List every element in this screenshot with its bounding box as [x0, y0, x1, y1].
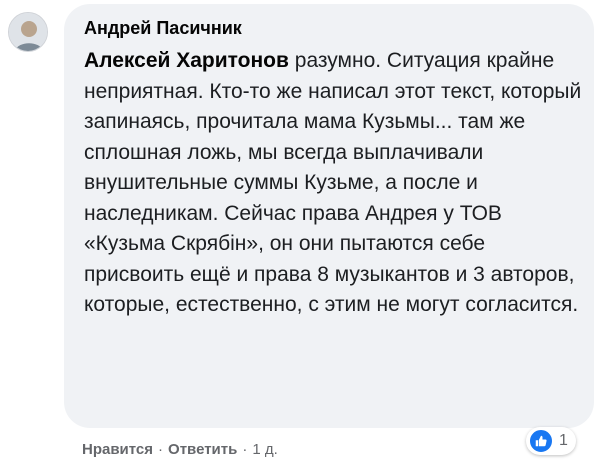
comment-timestamp[interactable]: 1 д. — [252, 440, 277, 460]
separator: · — [242, 441, 248, 458]
like-button[interactable]: Нравится — [82, 440, 153, 460]
reply-button[interactable]: Ответить — [168, 440, 237, 460]
comment-body: разумно. Ситуация крайне неприятная. Кто… — [84, 49, 582, 316]
reactions-badge[interactable]: 1 — [526, 427, 576, 455]
comment-text: Алексей Харитонов разумно. Ситуация край… — [84, 46, 584, 321]
reaction-count: 1 — [559, 432, 568, 449]
avatar[interactable] — [8, 12, 48, 52]
mentioned-user[interactable]: Алексей Харитонов — [84, 49, 289, 72]
avatar-image — [9, 13, 47, 51]
comment-author[interactable]: Андрей Пасичник — [84, 16, 242, 40]
comment-bubble: Андрей Пасичник Алексей Харитонов разумн… — [64, 4, 594, 428]
comment-actions: Нравится · Ответить · 1 д. — [82, 440, 278, 460]
separator: · — [158, 441, 164, 458]
like-icon — [528, 428, 554, 454]
